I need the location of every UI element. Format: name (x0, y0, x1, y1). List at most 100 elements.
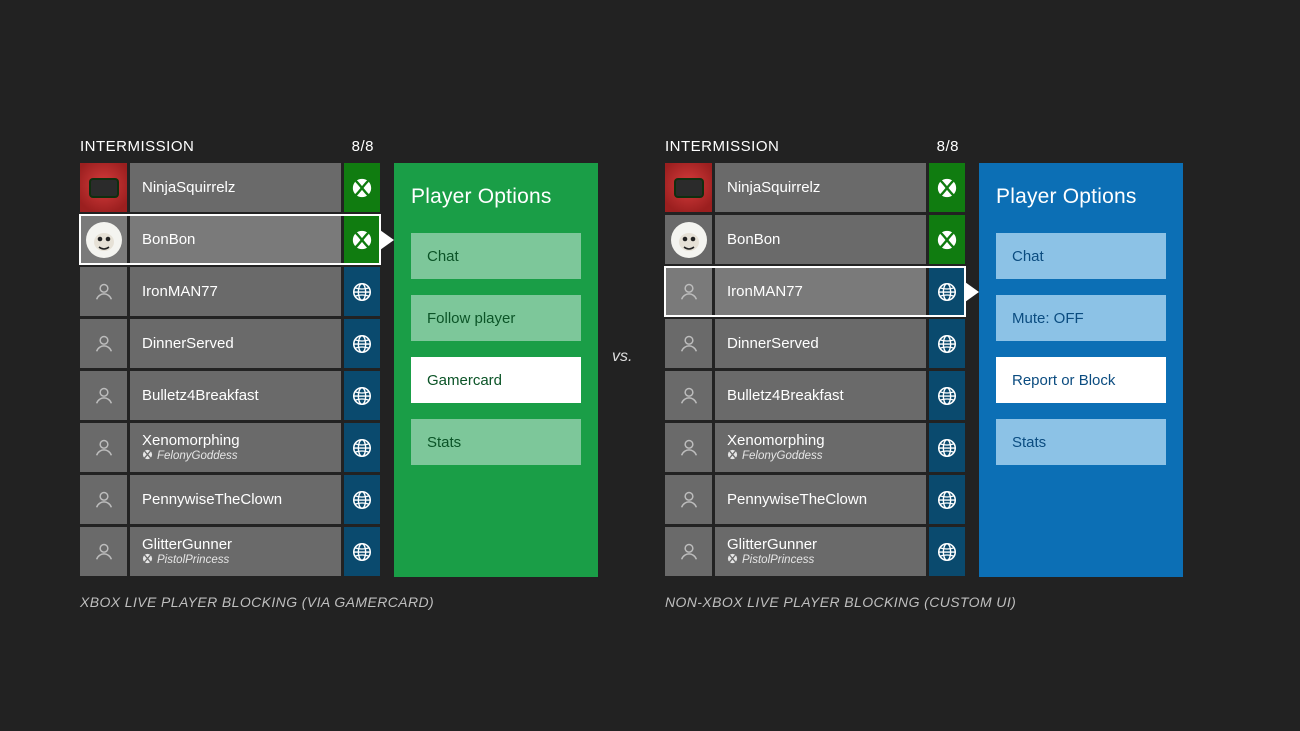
player-name: Bulletz4Breakfast (142, 387, 341, 404)
flyout-option-button[interactable]: Stats (411, 419, 581, 465)
player-row[interactable]: GlitterGunnerPistolPrincess (665, 527, 965, 576)
panel-header: INTERMISSION 8/8 (665, 138, 965, 155)
player-row[interactable]: Bulletz4Breakfast (665, 371, 965, 420)
player-name-cell: XenomorphingFelonyGoddess (715, 423, 926, 472)
player-count: 8/8 (352, 138, 374, 155)
player-name: NinjaSquirrelz (142, 179, 341, 196)
globe-icon (351, 385, 373, 407)
globe-icon (351, 333, 373, 355)
player-row[interactable]: DinnerServed (80, 319, 380, 368)
player-name: PennywiseTheClown (142, 491, 341, 508)
network-badge-globe (344, 319, 380, 368)
avatar (80, 267, 127, 316)
avatar (80, 215, 127, 264)
flyout-option-button[interactable]: Follow player (411, 295, 581, 341)
player-name-cell: DinnerServed (130, 319, 341, 368)
avatar (665, 319, 712, 368)
player-subname: FelonyGoddess (727, 449, 926, 463)
player-name-cell: BonBon (715, 215, 926, 264)
player-list: NinjaSquirrelz BonBonIronMAN77DinnerServe… (80, 163, 380, 577)
player-row[interactable]: PennywiseTheClown (665, 475, 965, 524)
person-icon (678, 541, 700, 563)
player-name-cell: GlitterGunnerPistolPrincess (715, 527, 926, 576)
player-name-cell: XenomorphingFelonyGoddess (130, 423, 341, 472)
player-name-cell: NinjaSquirrelz (715, 163, 926, 212)
player-name-cell: BonBon (130, 215, 341, 264)
globe-icon (936, 281, 958, 303)
person-icon (678, 489, 700, 511)
flyout-option-button[interactable]: Report or Block (996, 357, 1166, 403)
globe-icon (351, 489, 373, 511)
yeti-avatar-icon (84, 220, 124, 260)
player-options-flyout: Player Options Chat Follow player Gamercar… (394, 163, 598, 577)
xbox-icon (936, 229, 958, 251)
avatar (665, 527, 712, 576)
avatar (665, 475, 712, 524)
person-icon (678, 333, 700, 355)
player-row[interactable]: PennywiseTheClown (80, 475, 380, 524)
xbox-icon (351, 177, 373, 199)
avatar (80, 319, 127, 368)
network-badge-globe (344, 423, 380, 472)
person-icon (93, 385, 115, 407)
player-row[interactable]: XenomorphingFelonyGoddess (665, 423, 965, 472)
player-name-cell: PennywiseTheClown (130, 475, 341, 524)
flyout-option-button[interactable]: Chat (996, 233, 1166, 279)
network-badge-xbox (344, 163, 380, 212)
intermission-label: INTERMISSION (665, 138, 779, 155)
player-row[interactable]: XenomorphingFelonyGoddess (80, 423, 380, 472)
player-name-cell: NinjaSquirrelz (130, 163, 341, 212)
player-row[interactable]: BonBon (80, 215, 380, 264)
avatar (80, 163, 127, 212)
xbox-icon (142, 553, 153, 564)
player-row[interactable]: DinnerServed (665, 319, 965, 368)
player-row[interactable]: IronMAN77 (80, 267, 380, 316)
player-name: PennywiseTheClown (727, 491, 926, 508)
player-name-cell: Bulletz4Breakfast (130, 371, 341, 420)
player-row[interactable]: NinjaSquirrelz (665, 163, 965, 212)
network-badge-globe (929, 267, 965, 316)
avatar (665, 163, 712, 212)
xbox-icon (727, 449, 738, 460)
player-list: NinjaSquirrelzBonBonIronMAN77 DinnerServe… (665, 163, 965, 577)
player-name: Xenomorphing (142, 432, 341, 449)
player-subname: PistolPrincess (727, 553, 926, 567)
flyout-option-button[interactable]: Mute: OFF (996, 295, 1166, 341)
globe-icon (351, 437, 373, 459)
network-badge-globe (929, 371, 965, 420)
panel-header: INTERMISSION 8/8 (80, 138, 380, 155)
panel-non-xbox-live: INTERMISSION 8/8 NinjaSquirrelzBonBonIro… (665, 138, 1185, 577)
flyout-option-button[interactable]: Stats (996, 419, 1166, 465)
flyout-title: Player Options (996, 185, 1166, 209)
player-row[interactable]: Bulletz4Breakfast (80, 371, 380, 420)
player-row[interactable]: BonBon (665, 215, 965, 264)
player-name-cell: IronMAN77 (715, 267, 926, 316)
xbox-icon (351, 229, 373, 251)
flyout-option-button[interactable]: Chat (411, 233, 581, 279)
avatar (665, 215, 712, 264)
player-row[interactable]: NinjaSquirrelz (80, 163, 380, 212)
person-icon (93, 333, 115, 355)
xbox-icon (936, 177, 958, 199)
globe-icon (351, 281, 373, 303)
globe-icon (351, 541, 373, 563)
player-name-cell: PennywiseTheClown (715, 475, 926, 524)
player-row[interactable]: IronMAN77 (665, 267, 965, 316)
player-row[interactable]: GlitterGunnerPistolPrincess (80, 527, 380, 576)
avatar (80, 371, 127, 420)
intermission-label: INTERMISSION (80, 138, 194, 155)
person-icon (93, 437, 115, 459)
globe-icon (936, 541, 958, 563)
yeti-avatar-icon (669, 220, 709, 260)
player-name: Bulletz4Breakfast (727, 387, 926, 404)
person-icon (93, 541, 115, 563)
player-name: GlitterGunner (142, 536, 341, 553)
player-name: DinnerServed (727, 335, 926, 352)
flyout-option-button[interactable]: Gamercard (411, 357, 581, 403)
flyout-title: Player Options (411, 185, 581, 209)
network-badge-globe (344, 475, 380, 524)
globe-icon (936, 489, 958, 511)
player-name: Xenomorphing (727, 432, 926, 449)
network-badge-globe (344, 527, 380, 576)
player-count: 8/8 (937, 138, 959, 155)
